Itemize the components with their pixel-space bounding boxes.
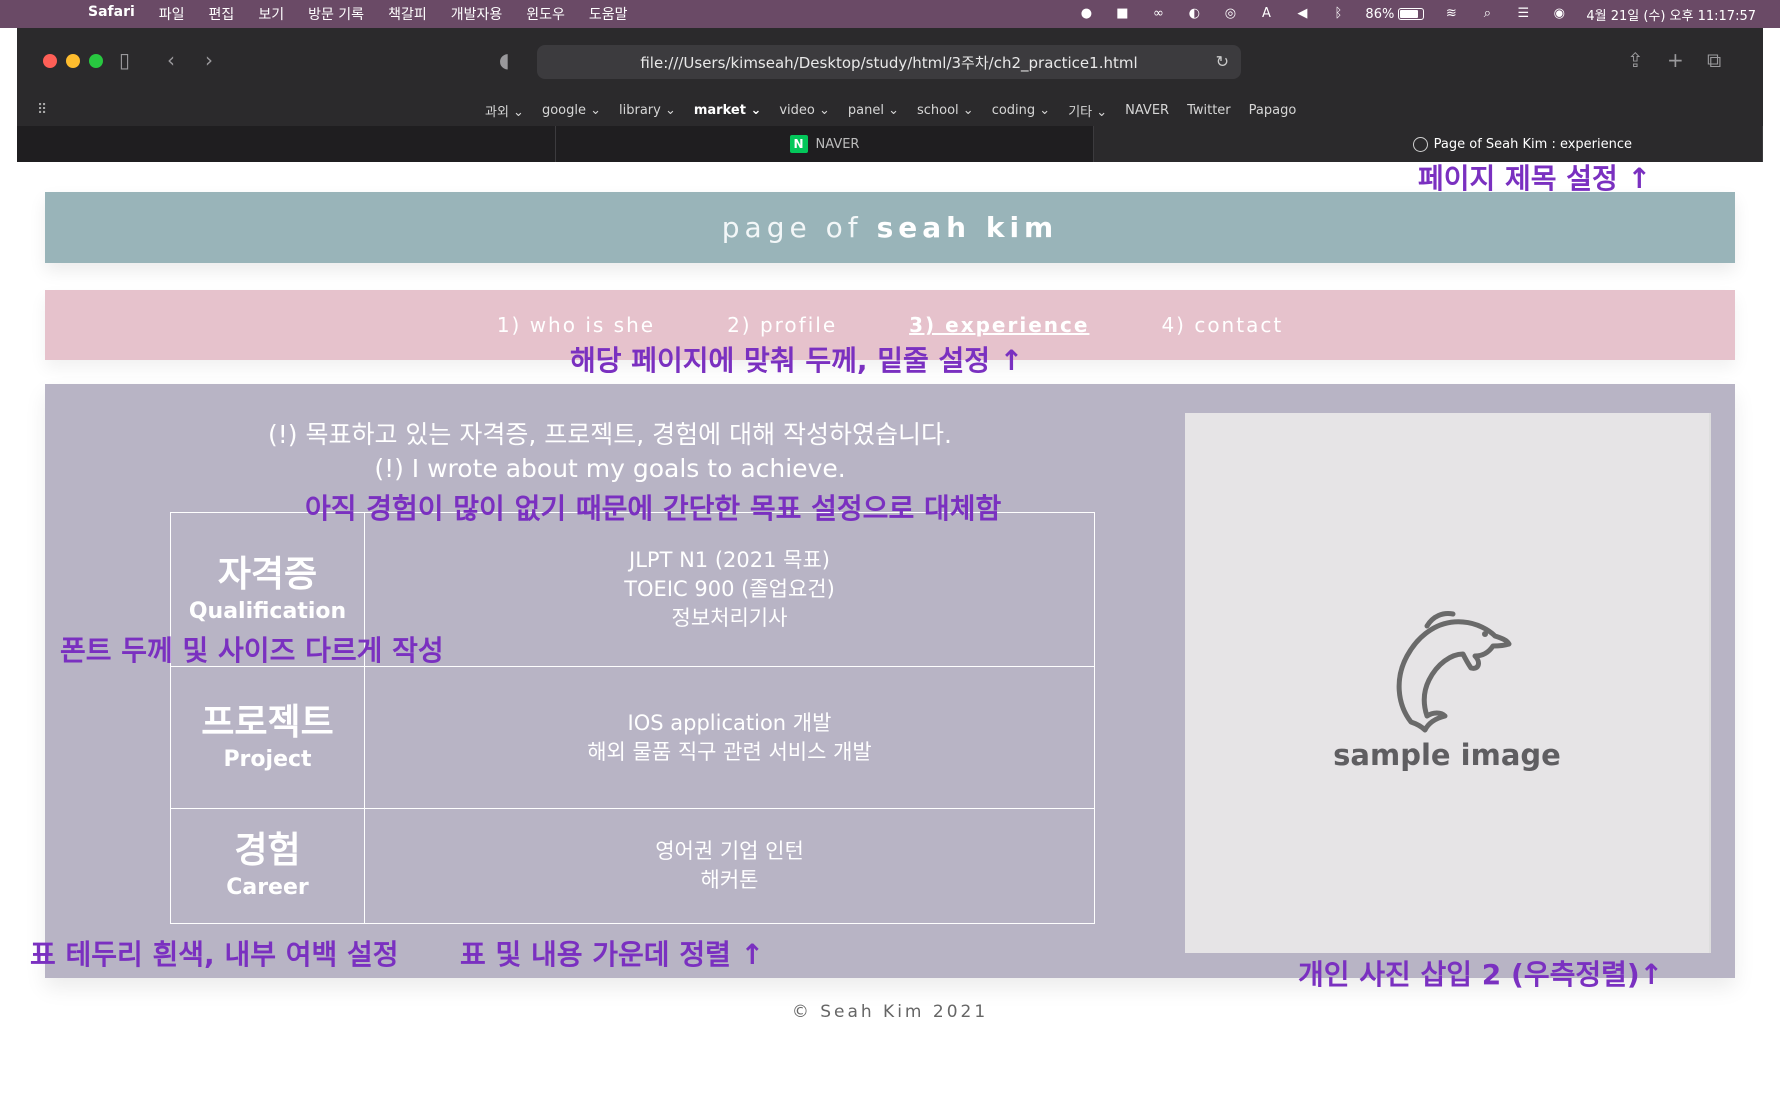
site-header: page of seah kim bbox=[45, 192, 1735, 263]
nav-link-profile[interactable]: 2) profile bbox=[727, 313, 837, 337]
tab-label: NAVER bbox=[815, 136, 860, 152]
bookmark-folder[interactable]: library ⌄ bbox=[619, 103, 676, 118]
row-content-project: IOS application 개발 해외 물품 직구 관련 서비스 개발 bbox=[364, 666, 1095, 809]
annotation-nav-style: 해당 페이지에 맞춰 두께, 밑줄 설정 ↑ bbox=[570, 344, 1024, 377]
bookmark-folder[interactable]: video ⌄ bbox=[779, 103, 830, 118]
control-center-icon[interactable]: ☰ bbox=[1514, 6, 1532, 22]
bluetooth-icon[interactable]: ᛒ bbox=[1329, 6, 1347, 22]
battery-fill bbox=[1400, 10, 1419, 18]
photo-caption: sample image bbox=[1333, 738, 1561, 772]
intro-text: (!) 목표하고 있는 자격증, 프로젝트, 경험에 대해 작성하였습니다. (… bbox=[45, 418, 1175, 486]
glasses-icon[interactable]: ∞ bbox=[1149, 6, 1167, 22]
menu-window[interactable]: 윈도우 bbox=[526, 4, 565, 24]
menu-edit[interactable]: 편집 bbox=[209, 4, 235, 24]
reload-icon[interactable]: ↻ bbox=[1216, 52, 1229, 71]
bookmark-folder[interactable]: 기타 ⌄ bbox=[1068, 101, 1107, 120]
close-window-button[interactable] bbox=[43, 54, 57, 68]
back-icon[interactable]: ‹ bbox=[167, 48, 175, 72]
menu-develop[interactable]: 개발자용 bbox=[451, 4, 503, 24]
bookmark-link[interactable]: Papago bbox=[1249, 103, 1297, 118]
battery-icon bbox=[1398, 8, 1425, 20]
status-area: ● ■ ∞ ◐ ◎ A ◀ ᛒ 86% ≋ ⌕ ☰ ◉ 4월 21일 (수) 오… bbox=[1077, 0, 1756, 28]
row-header-project: 프로젝트 Project bbox=[170, 666, 365, 809]
tab-label: Page of Seah Kim : experience bbox=[1433, 136, 1633, 152]
menu-bookmarks[interactable]: 책갈피 bbox=[388, 4, 427, 24]
menubar-clock[interactable]: 4월 21일 (수) 오후 11:17:57 bbox=[1586, 5, 1756, 24]
annotation-simple-goals: 아직 경험이 많이 없기 때문에 간단한 목표 설정으로 대체함 bbox=[305, 492, 1002, 525]
naver-favicon-icon: N bbox=[789, 135, 808, 153]
menu-file[interactable]: 파일 bbox=[159, 4, 185, 24]
siri-icon[interactable]: ◉ bbox=[1550, 6, 1568, 22]
minimize-window-button[interactable] bbox=[66, 54, 80, 68]
annotation-photo-insert: 개인 사진 삽입 2 (우측정렬)↑ bbox=[1298, 958, 1664, 991]
chat-bubble-icon[interactable]: ● bbox=[1077, 6, 1095, 22]
airdrop-icon[interactable]: ◎ bbox=[1221, 6, 1239, 22]
safari-toolbar: ▯ ‹ › ◖ file:///Users/kimseah/Desktop/st… bbox=[17, 28, 1763, 94]
nav-link-who-is-she[interactable]: 1) who is she bbox=[497, 313, 655, 337]
macos-menubar: Safari 파일 편집 보기 방문 기록 책갈피 개발자용 윈도우 도움말 ●… bbox=[0, 0, 1780, 28]
intro-english: (!) I wrote about my goals to achieve. bbox=[374, 454, 846, 483]
privacy-shield-icon[interactable]: ◖ bbox=[499, 48, 510, 72]
battery-indicator[interactable]: 86% bbox=[1365, 6, 1425, 22]
site-footer: © Seah Kim 2021 bbox=[791, 1002, 989, 1022]
new-tab-icon[interactable]: + bbox=[1667, 48, 1684, 72]
annotation-font-weight: 폰트 두께 및 사이즈 다르게 작성 bbox=[60, 634, 444, 667]
input-source-icon[interactable]: A bbox=[1257, 6, 1275, 22]
nav-link-contact[interactable]: 4) contact bbox=[1161, 313, 1283, 337]
dolphin-icon bbox=[1396, 611, 1512, 733]
tab-bar: N NAVER Page of Seah Kim : experience bbox=[17, 126, 1764, 162]
menu-app-name[interactable]: Safari bbox=[88, 4, 135, 24]
row-content-qualification: JLPT N1 (2021 목표) TOEIC 900 (졸업요건) 정보처리기… bbox=[364, 512, 1095, 667]
tab-empty[interactable] bbox=[17, 126, 556, 162]
goals-table: 자격증 Qualification JLPT N1 (2021 목표) TOEI… bbox=[170, 512, 1095, 924]
table-row: 프로젝트 Project IOS application 개발 해외 물품 직구… bbox=[170, 666, 1095, 809]
url-text: file:///Users/kimseah/Desktop/study/html… bbox=[640, 53, 1138, 72]
site-title-prefix: page of bbox=[721, 211, 863, 244]
tab-overview-icon[interactable]: ⧉ bbox=[1707, 48, 1721, 72]
address-bar[interactable]: file:///Users/kimseah/Desktop/study/html… bbox=[537, 45, 1241, 79]
forward-icon[interactable]: › bbox=[205, 48, 213, 72]
zoom-window-button[interactable] bbox=[89, 54, 103, 68]
bookmark-link[interactable]: Twitter bbox=[1187, 103, 1231, 118]
menu-help[interactable]: 도움말 bbox=[589, 4, 628, 24]
compass-icon bbox=[1412, 136, 1428, 152]
menu-view[interactable]: 보기 bbox=[258, 4, 284, 24]
annotation-table-center: 표 및 내용 가운데 정렬 ↑ bbox=[460, 938, 765, 971]
menu-history[interactable]: 방문 기록 bbox=[308, 4, 364, 24]
bookmark-folder[interactable]: google ⌄ bbox=[542, 103, 601, 118]
nav-link-experience[interactable]: 3) experience bbox=[909, 313, 1089, 337]
bookmark-folder[interactable]: market ⌄ bbox=[694, 103, 761, 118]
bookmark-folder[interactable]: school ⌄ bbox=[917, 103, 974, 118]
safari-window-chrome: ▯ ‹ › ◖ file:///Users/kimseah/Desktop/st… bbox=[17, 28, 1764, 162]
volume-icon[interactable]: ◀ bbox=[1293, 6, 1311, 22]
bookmark-link[interactable]: NAVER bbox=[1125, 103, 1169, 118]
app-menus: Safari 파일 편집 보기 방문 기록 책갈피 개발자용 윈도우 도움말 bbox=[88, 4, 652, 24]
vpn-icon[interactable]: ◐ bbox=[1185, 6, 1203, 22]
sidebar-toggle-icon[interactable]: ▯ bbox=[119, 48, 130, 72]
site-title-name: seah kim bbox=[876, 211, 1059, 244]
table-row: 경험 Career 영어권 기업 인턴 해커톤 bbox=[170, 808, 1095, 924]
tab-experience-active[interactable]: Page of Seah Kim : experience bbox=[1094, 126, 1764, 162]
row-content-career: 영어권 기업 인턴 해커톤 bbox=[364, 808, 1095, 924]
spotlight-search-icon[interactable]: ⌕ bbox=[1478, 6, 1496, 22]
annotation-table-border: 표 테두리 흰색, 내부 여백 설정 bbox=[30, 938, 399, 971]
profile-photo: sample image bbox=[1185, 413, 1711, 953]
bookmark-folder[interactable]: panel ⌄ bbox=[848, 103, 899, 118]
share-icon[interactable]: ⇪ bbox=[1627, 48, 1644, 72]
bookmark-list: 과외 ⌄ google ⌄ library ⌄ market ⌄ video ⌄… bbox=[485, 94, 1296, 126]
tab-naver[interactable]: N NAVER bbox=[556, 126, 1095, 162]
wifi-icon[interactable]: ≋ bbox=[1442, 6, 1460, 22]
favorites-grid-icon[interactable]: ⠿ bbox=[37, 102, 47, 118]
bookmark-folder[interactable]: 과외 ⌄ bbox=[485, 101, 524, 120]
bookmarks-bar: ⠿ 과외 ⌄ google ⌄ library ⌄ market ⌄ video… bbox=[17, 94, 1763, 126]
annotation-page-title: 페이지 제목 설정 ↑ bbox=[1418, 162, 1652, 195]
bookmark-folder[interactable]: coding ⌄ bbox=[992, 103, 1050, 118]
row-header-career: 경험 Career bbox=[170, 808, 365, 924]
experience-section: (!) 목표하고 있는 자격증, 프로젝트, 경험에 대해 작성하였습니다. (… bbox=[45, 384, 1735, 978]
intro-korean: (!) 목표하고 있는 자격증, 프로젝트, 경험에 대해 작성하였습니다. bbox=[268, 420, 952, 449]
battery-percent: 86% bbox=[1365, 6, 1395, 22]
video-icon[interactable]: ■ bbox=[1113, 6, 1131, 22]
